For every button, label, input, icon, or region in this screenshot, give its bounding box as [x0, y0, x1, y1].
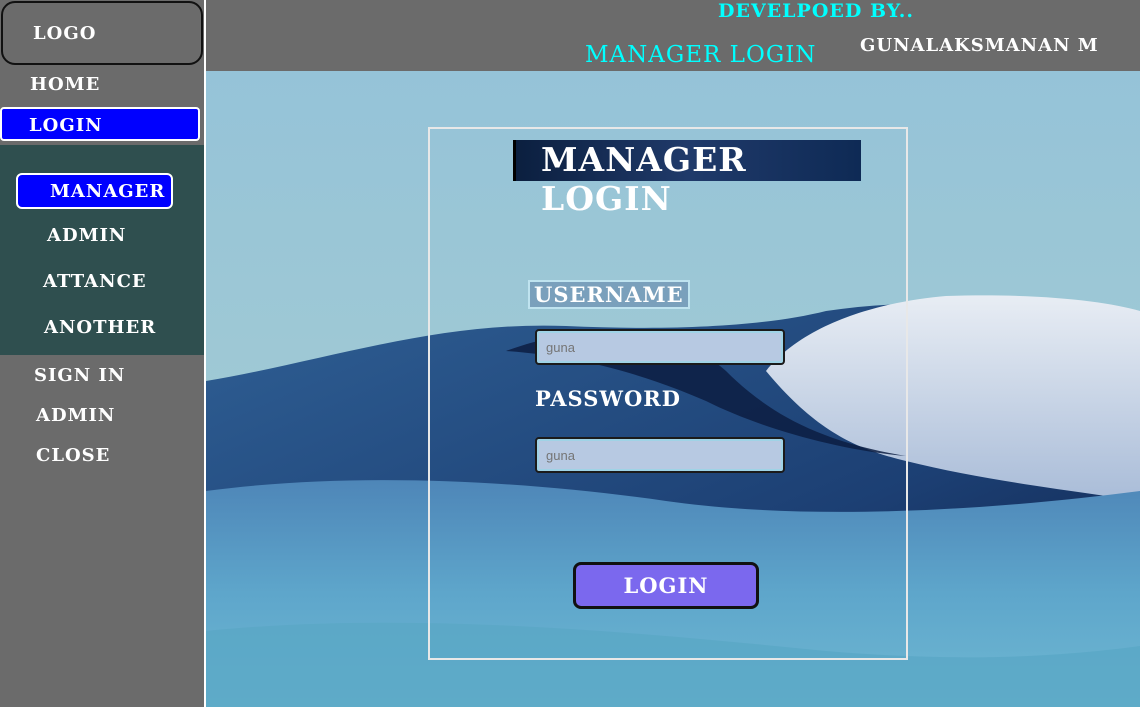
submenu-admin[interactable]: ADMIN: [47, 225, 126, 246]
header: DEVELPOED BY.. MANAGER LOGIN GUNALAKSMAN…: [206, 0, 1140, 71]
logo[interactable]: LOGO: [1, 1, 203, 65]
submenu-another[interactable]: ANOTHER: [44, 317, 156, 338]
nav-admin[interactable]: ADMIN: [36, 405, 115, 426]
submenu-manager[interactable]: MANAGER: [16, 173, 173, 209]
submenu-attance[interactable]: ATTANCE: [43, 271, 147, 292]
login-submenu: MANAGER ADMIN ATTANCE ANOTHER: [0, 145, 204, 355]
username-label: USERNAME: [528, 280, 690, 309]
login-panel-title-text: MANAGER LOGIN: [541, 140, 747, 218]
login-panel-title: MANAGER LOGIN: [513, 140, 861, 218]
nav-sign-in[interactable]: SIGN IN: [34, 365, 125, 386]
nav-login[interactable]: LOGIN: [0, 107, 200, 141]
sidebar: LOGO HOME LOGIN MANAGER ADMIN ATTANCE AN…: [0, 0, 206, 707]
submenu-manager-label: MANAGER: [50, 181, 166, 202]
password-input[interactable]: [535, 437, 785, 473]
header-title: MANAGER LOGIN: [585, 42, 817, 68]
nav-home[interactable]: HOME: [30, 74, 100, 95]
logo-text: LOGO: [33, 23, 97, 44]
login-button[interactable]: LOGIN: [573, 562, 759, 609]
nav-login-label: LOGIN: [29, 115, 103, 136]
developer-name: GUNALAKSMANAN M: [860, 35, 1099, 56]
password-label: PASSWORD: [535, 386, 681, 411]
username-input[interactable]: [535, 329, 785, 365]
nav-close[interactable]: CLOSE: [36, 445, 110, 466]
developed-by-label: DEVELPOED BY..: [718, 0, 915, 22]
